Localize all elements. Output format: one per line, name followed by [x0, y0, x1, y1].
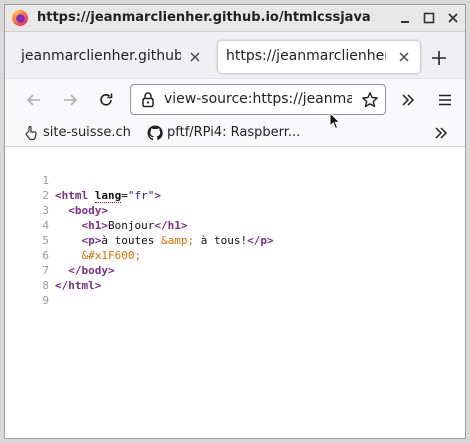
bookmarks-overflow-chevrons-icon[interactable]	[433, 125, 449, 141]
source-line: 9	[5, 278, 465, 307]
tab-view-source[interactable]: https://jeanmarclienher.github.io	[218, 41, 420, 73]
address-bar[interactable]: view-source:https://jeanmarclienher.gith…	[130, 84, 386, 115]
view-source-content[interactable]: 1 <html lang="fr"> 2 <body> 3 <h1>Bonjou…	[5, 147, 465, 438]
browser-window: https://jeanmarclienher.github.io/htmlcs…	[4, 4, 466, 439]
forward-arrow-icon[interactable]	[61, 91, 79, 109]
new-tab-plus-icon[interactable]	[430, 49, 448, 67]
tab-jeanmarclienher[interactable]: jeanmarclienher.github.io	[13, 41, 211, 73]
source-line: 7 </html>	[5, 248, 465, 292]
source-line: 8	[5, 263, 465, 292]
bookmarks-toolbar: site-suisse.ch pftf/RPi4: Raspberr...	[5, 120, 465, 147]
hand-icon	[25, 125, 37, 141]
source-line: 3 <h1>Bonjour</h1>	[5, 188, 465, 232]
lock-icon[interactable]	[140, 91, 156, 108]
source-line: 1 <html lang="fr">	[5, 158, 465, 203]
tab-strip: jeanmarclienher.github.io https://jeanma…	[5, 32, 465, 78]
close-tab-icon[interactable]	[396, 49, 412, 65]
reload-icon[interactable]	[97, 91, 115, 109]
bookmark-label: site-suisse.ch	[43, 125, 131, 140]
source-line: 4 <p>à toutes &amp; à tous!</p>	[5, 203, 465, 247]
url-text: view-source:https://jeanmarclienher.gith…	[164, 91, 352, 107]
line-number: 9	[42, 294, 49, 307]
bookmark-site-suisse[interactable]: site-suisse.ch	[20, 123, 138, 143]
close-window-icon[interactable]	[444, 9, 462, 27]
source-line: 6 </body>	[5, 233, 465, 277]
mouse-pointer-icon	[329, 112, 341, 130]
maximize-icon[interactable]	[420, 9, 438, 27]
bookmark-label: pftf/RPi4: Raspberr...	[167, 125, 301, 140]
tab-title: https://jeanmarclienher.github.io	[226, 48, 386, 64]
source-line: 5 &#x1F600;	[5, 218, 465, 262]
window-title: https://jeanmarclienher.github.io/htmlcs…	[37, 10, 371, 25]
back-arrow-icon[interactable]	[25, 91, 43, 109]
minimize-icon[interactable]	[396, 9, 414, 27]
toolbar-overflow-chevrons-icon[interactable]	[400, 92, 416, 108]
source-line: 2 <body>	[5, 173, 465, 217]
tab-title: jeanmarclienher.github.io	[21, 48, 181, 64]
title-bar: https://jeanmarclienher.github.io/htmlcs…	[5, 5, 465, 32]
firefox-icon	[12, 10, 28, 26]
close-tab-icon[interactable]	[187, 49, 203, 65]
github-icon	[147, 125, 163, 141]
navigation-toolbar: view-source:https://jeanmarclienher.gith…	[5, 78, 465, 120]
hamburger-menu-icon[interactable]	[437, 92, 453, 108]
bookmark-pftf-rpi4[interactable]: pftf/RPi4: Raspberr...	[144, 123, 314, 143]
bookmark-star-icon[interactable]	[361, 91, 379, 109]
